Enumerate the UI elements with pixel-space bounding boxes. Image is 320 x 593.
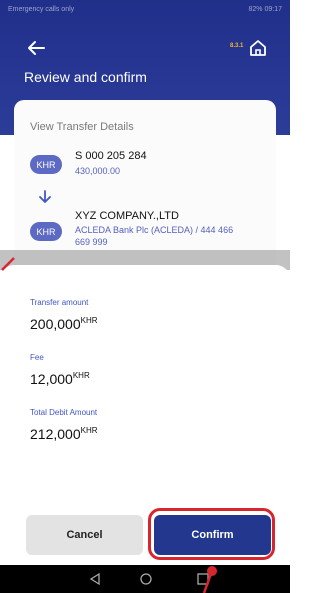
confirm-highlight-ring [148, 508, 275, 560]
page-title: Review and confirm [24, 69, 147, 85]
fee-currency: KHR [72, 371, 90, 380]
status-right-text: 82% 09:17 [248, 5, 282, 13]
back-arrow-icon[interactable] [24, 36, 48, 60]
home-icon[interactable] [248, 38, 268, 58]
total-debit-number: 212,000 [30, 426, 81, 442]
transfer-amount-value: 200,000KHR [30, 316, 98, 332]
transfer-amount-number: 200,000 [30, 316, 81, 332]
nav-recents-icon[interactable] [196, 572, 210, 586]
total-debit-currency: KHR [80, 426, 98, 435]
fee-number: 12,000 [30, 371, 73, 387]
to-bank-line2: 669 999 [75, 237, 108, 247]
from-account-amount: 430,000.00 [75, 166, 121, 176]
to-currency-badge: KHR [30, 222, 62, 241]
status-bar: Emergency calls only 82% 09:17 [0, 0, 290, 18]
from-account-number: S 000 205 284 [75, 150, 147, 162]
status-left-text: Emergency calls only [8, 5, 75, 13]
total-debit-value: 212,000KHR [30, 426, 98, 442]
arrow-down-icon [38, 190, 52, 204]
to-account-name: XYZ COMPANY.,LTD [75, 210, 179, 222]
transfer-amount-label: Transfer amount [30, 298, 89, 307]
fee-label: Fee [30, 353, 44, 362]
version-label: 8.3.1 [230, 43, 244, 49]
nav-home-icon[interactable] [139, 572, 153, 586]
section-title: View Transfer Details [30, 121, 134, 133]
to-bank-line1: ACLEDA Bank Plc (ACLEDA) / 444 466 [75, 225, 234, 235]
total-debit-label: Total Debit Amount [30, 408, 98, 417]
from-currency-badge: KHR [30, 155, 62, 174]
cancel-button[interactable]: Cancel [26, 515, 143, 555]
nav-back-icon[interactable] [88, 572, 102, 586]
transfer-amount-currency: KHR [80, 316, 98, 325]
fee-value: 12,000KHR [30, 371, 90, 387]
